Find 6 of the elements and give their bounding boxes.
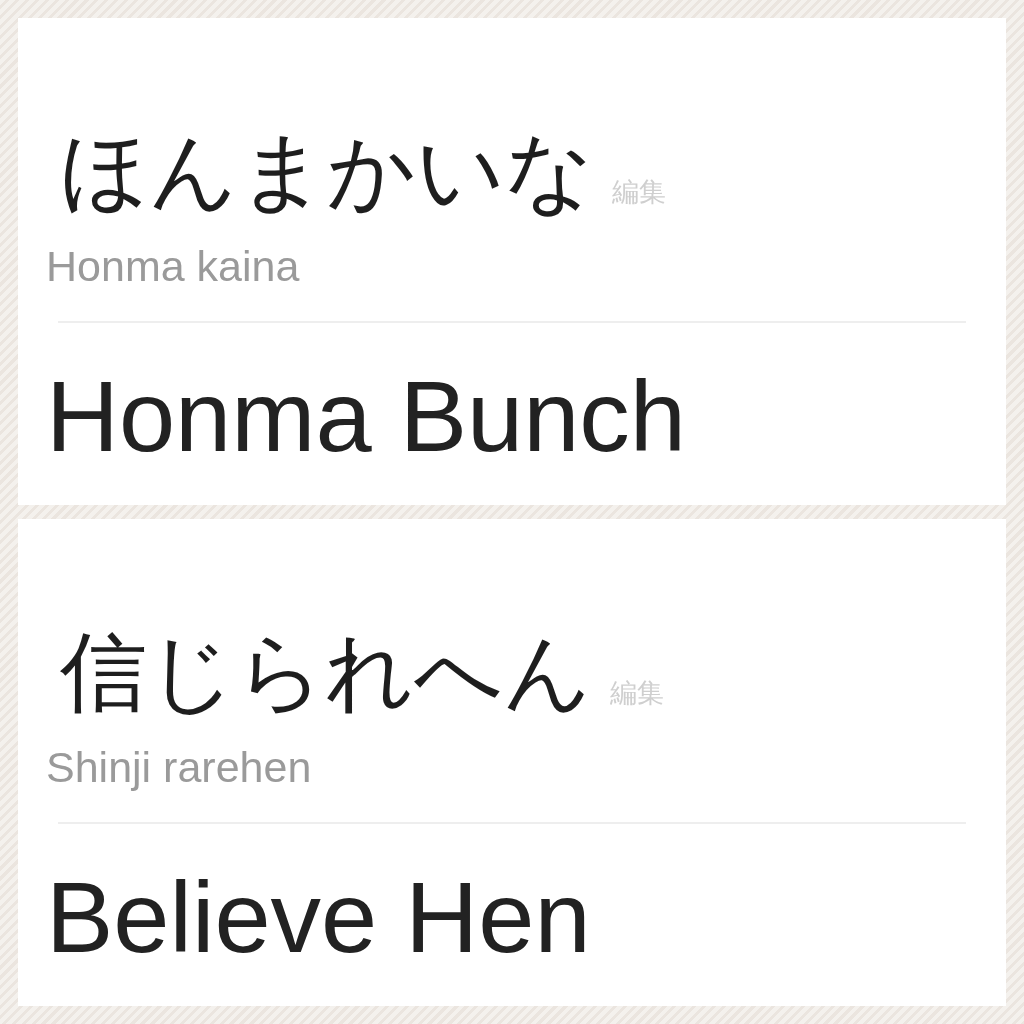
japanese-phrase: ほんまかいな [60,128,594,215]
romanization-text: Shinji rarehen [46,742,312,793]
translation-text: Honma Bunch [46,360,687,472]
japanese-phrase: 信じられへん [60,629,592,716]
translation-text: Believe Hen [46,861,591,973]
romanization-text: Honma kaina [46,241,300,292]
